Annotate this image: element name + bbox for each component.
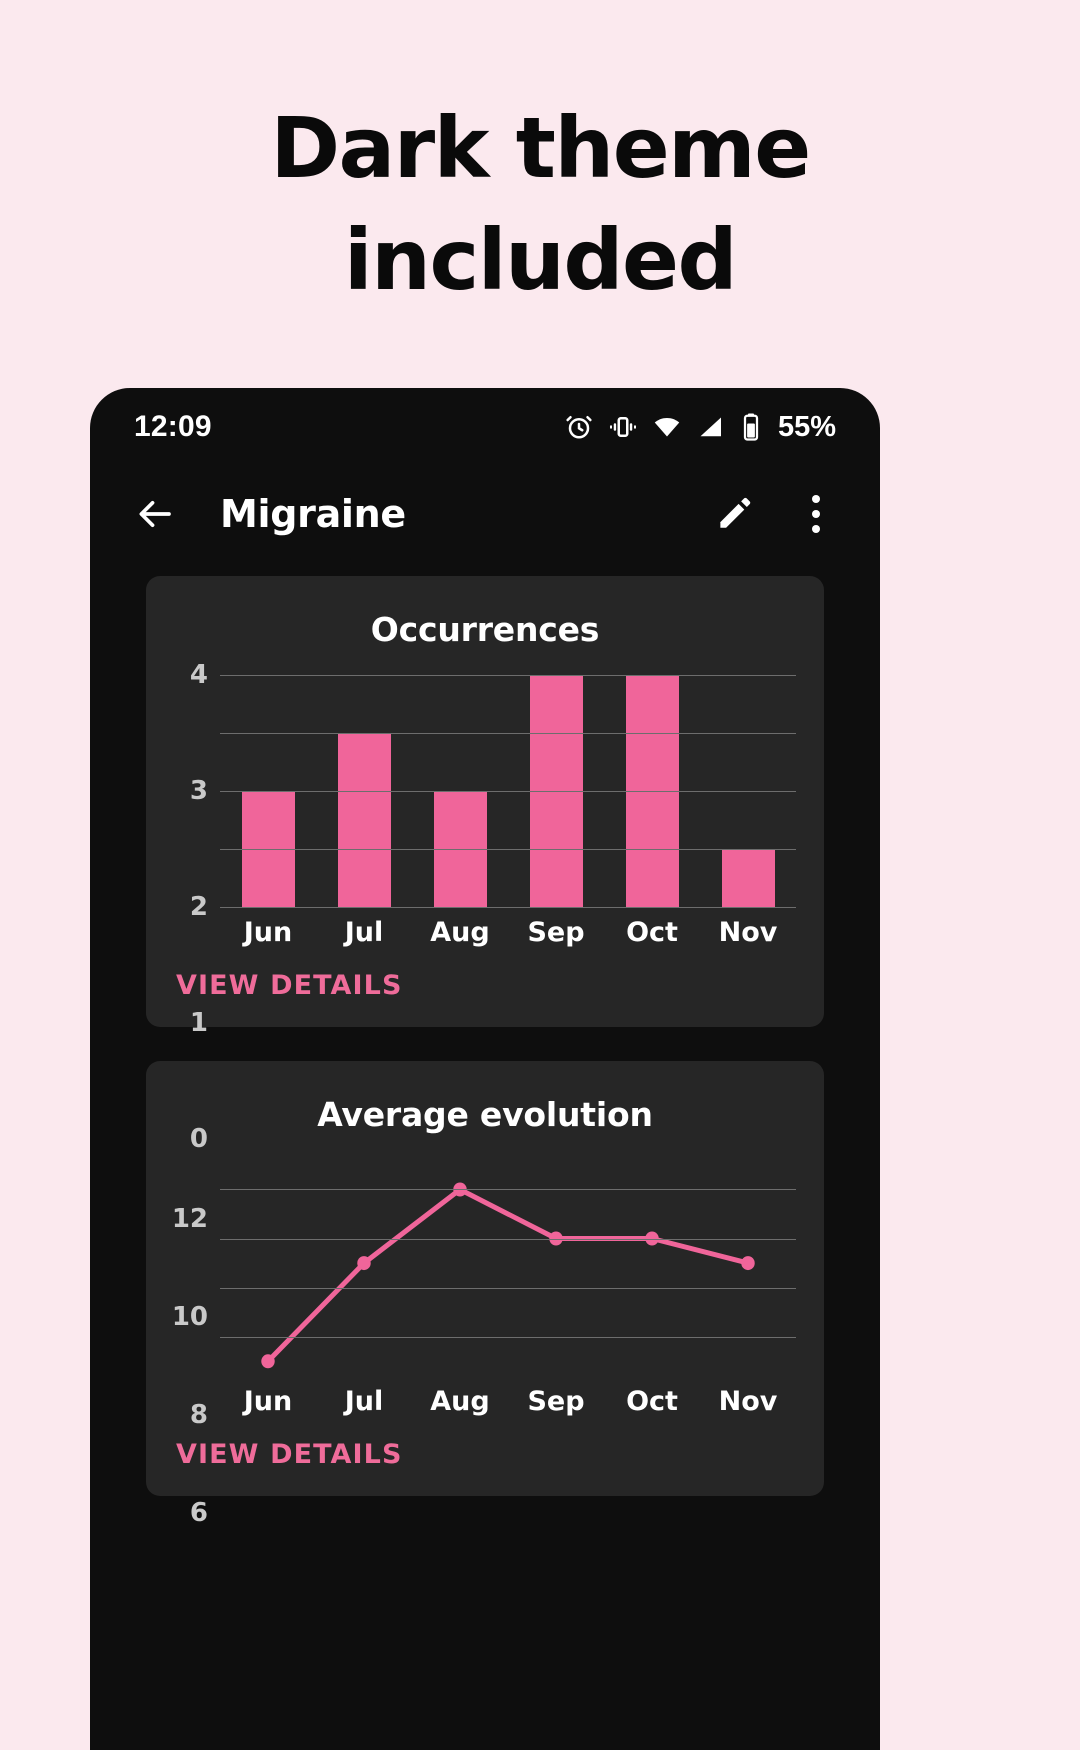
bar-chart-plot: 0 1 2 3 4 — [190, 660, 796, 1154]
card-average-evolution: Average evolution 6 8 10 12 Jun Jul Aug Sep Oct… — [146, 1061, 824, 1528]
headline-line-2: included — [343, 211, 738, 309]
app-bar-actions — [708, 488, 842, 540]
line-chart-x-axis: Jun Jul Aug Sep Oct Nov — [220, 1386, 796, 1417]
battery-percent-label: 55% — [777, 410, 836, 443]
content-scroll[interactable]: Occurrences 01234 Jun Jul Aug Sep Oct Nov VIE… — [90, 562, 880, 1528]
x-axis-tick: Jun — [243, 917, 293, 948]
y-axis-tick: 3 — [189, 776, 208, 806]
grid-line: 2 — [190, 791, 796, 922]
headline-line-1: Dark theme — [270, 99, 811, 197]
view-details-average-evolution[interactable]: VIEW DETAILS — [174, 1439, 796, 1470]
x-axis-tick: Jul — [344, 917, 384, 948]
line-series — [261, 1182, 755, 1369]
bar — [337, 733, 391, 907]
card-occurrences: Occurrences 0 1 2 3 4 Jun Jul Aug Sep Oct Nov VIE… — [146, 576, 824, 1154]
average-evolution-line-chart: 6 8 10 12 Jun Jul Aug Sep Oct Nov — [172, 1160, 796, 1528]
x-axis-tick: Aug — [430, 1386, 490, 1417]
status-icons: 55% — [564, 411, 836, 444]
grid-line: 8 — [190, 1287, 796, 1430]
x-axis-tick: Nov — [718, 917, 778, 948]
y-axis-tick: 4 — [189, 660, 208, 690]
grid-line: 10 — [172, 1238, 796, 1332]
promo-headline: Dark theme included — [0, 92, 1080, 316]
overflow-dots — [812, 495, 820, 533]
more-vert-icon[interactable] — [790, 488, 842, 540]
view-details-occurrences[interactable]: VIEW DETAILS — [174, 970, 796, 1001]
bar-chart-x-axis: Jun Jul Aug Sep Oct Nov — [220, 917, 796, 948]
x-axis-tick: Sep — [527, 1386, 585, 1417]
y-axis-tick: 6 — [189, 1498, 208, 1529]
vibrate-icon — [608, 412, 638, 442]
card-title-occurrences: Occurrences — [370, 610, 600, 649]
y-axis-tick: 10 — [171, 1302, 208, 1333]
back-arrow-icon[interactable] — [128, 487, 182, 541]
data-point — [741, 1256, 755, 1271]
bar — [721, 849, 775, 907]
y-axis-tick: 2 — [189, 892, 208, 922]
signal-icon — [696, 412, 726, 442]
status-bar: 12:09 55% — [90, 388, 880, 466]
x-axis-tick: Oct — [626, 1386, 678, 1417]
wifi-icon — [652, 412, 682, 442]
grid-line: 1 — [190, 849, 796, 1038]
x-axis-tick: Nov — [718, 1386, 778, 1417]
data-point — [261, 1354, 275, 1369]
screenshot-root: Dark theme included 12:09 55% Migraine O… — [0, 0, 1080, 1750]
grid-line: 0 — [190, 907, 796, 1154]
grid-line: 6 — [190, 1336, 796, 1528]
page-title: Migraine — [220, 492, 406, 536]
alarm-icon — [564, 412, 594, 442]
battery-icon — [740, 412, 762, 442]
grid-line: 12 — [172, 1189, 796, 1234]
y-axis-tick: 8 — [189, 1400, 208, 1431]
x-axis-tick: Jul — [344, 1386, 384, 1417]
line-chart-plot: 6 8 10 12 — [172, 1160, 796, 1528]
y-axis-tick: 12 — [171, 1203, 208, 1234]
phone-mockup: 12:09 55% Migraine Occurrences 0 1 2 3 4… — [90, 388, 880, 1750]
x-axis-tick: Aug — [430, 917, 490, 948]
x-axis-tick: Oct — [626, 917, 678, 948]
data-point — [357, 1256, 371, 1271]
grid-line: 3 — [190, 733, 796, 806]
grid-line: 4 — [190, 660, 796, 690]
x-axis-tick: Sep — [527, 917, 585, 948]
pencil-icon[interactable] — [708, 488, 760, 540]
card-title-average-evolution: Average evolution — [317, 1095, 653, 1134]
occurrences-bar-chart: 0 1 2 3 4 Jun Jul Aug Sep Oct Nov — [174, 660, 796, 1154]
status-clock: 12:09 — [134, 410, 212, 443]
line-path — [268, 1190, 748, 1362]
y-axis-tick: 0 — [189, 1124, 208, 1154]
x-axis-tick: Jun — [243, 1386, 293, 1417]
y-axis-tick: 1 — [189, 1008, 208, 1038]
app-bar: Migraine — [90, 466, 880, 562]
